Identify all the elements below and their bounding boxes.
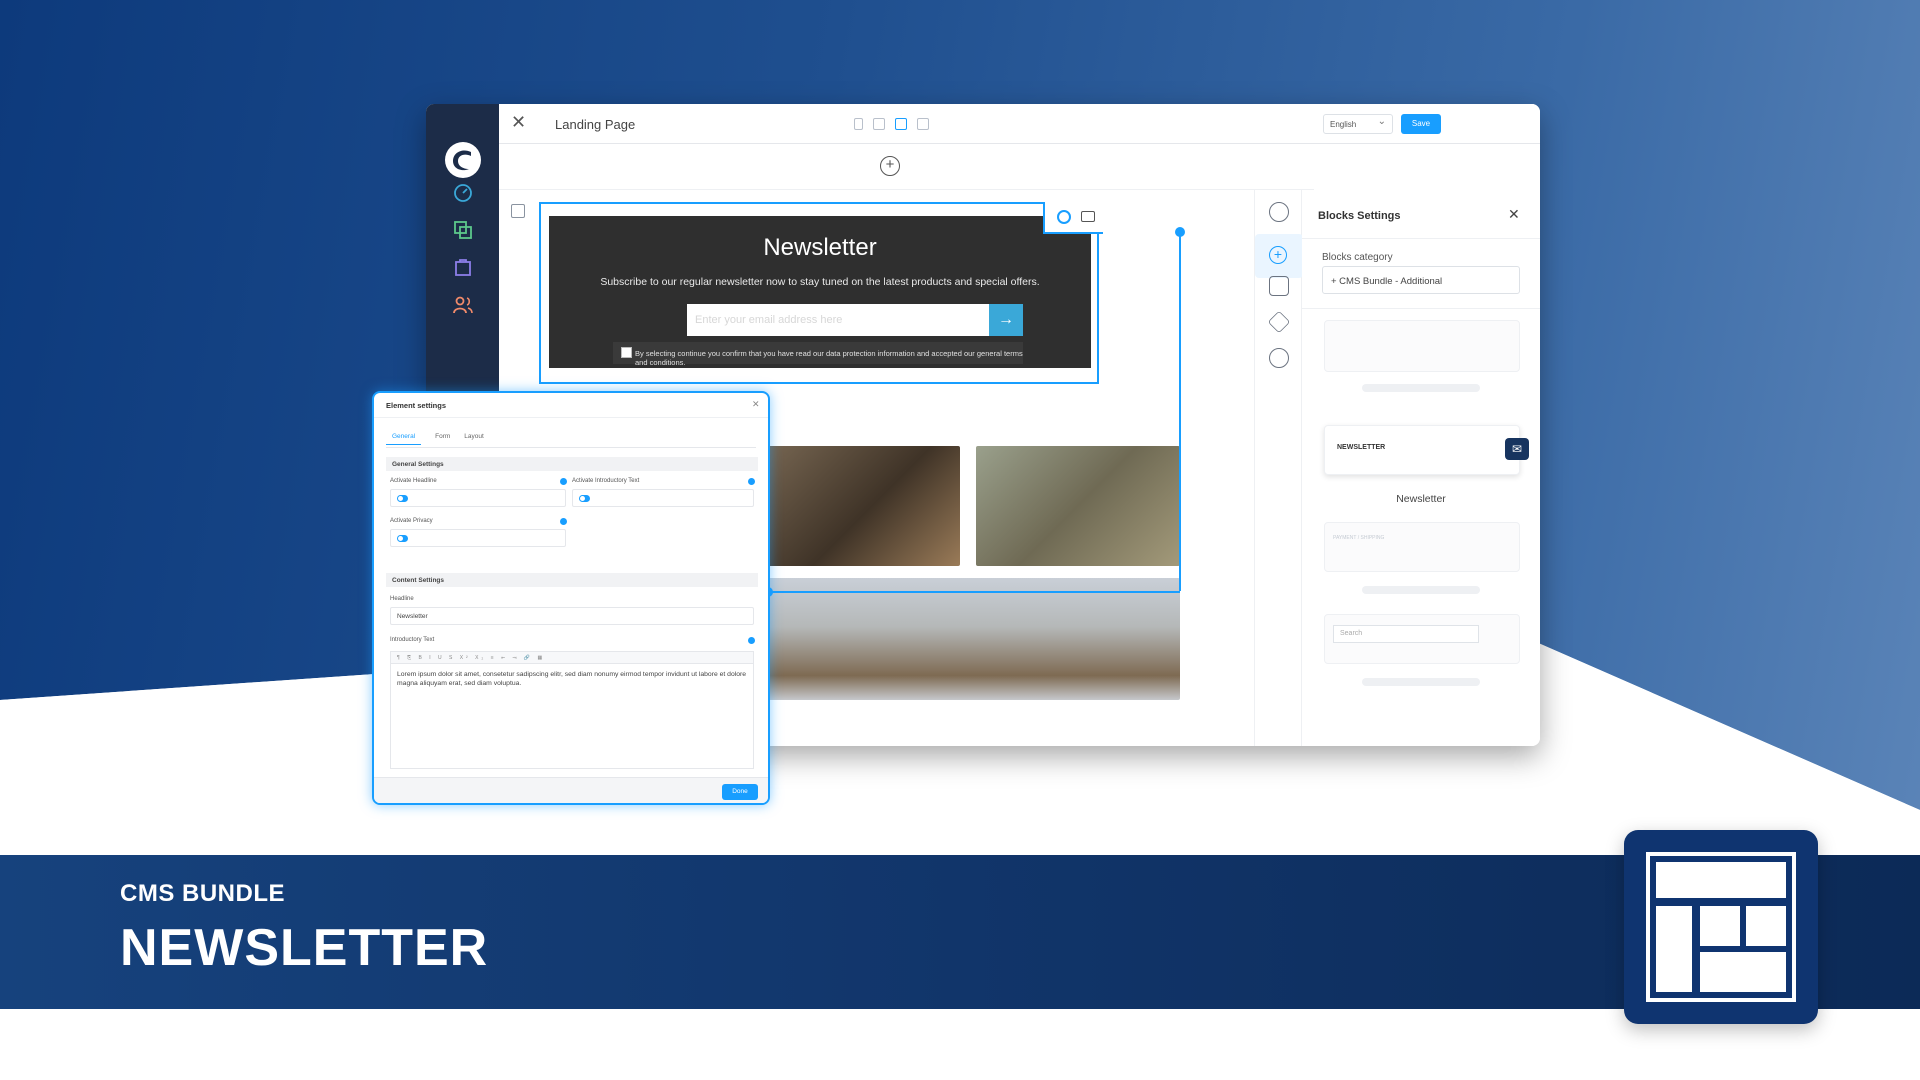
connector-line-vertical (1179, 229, 1181, 591)
divider (1302, 308, 1540, 309)
device-switcher (854, 118, 929, 130)
customers-icon[interactable] (452, 294, 474, 316)
general-settings-header: General Settings (386, 457, 758, 471)
help-icon[interactable] (560, 478, 567, 485)
connector-line-horizontal (768, 591, 1180, 593)
intro-text: Lorem ipsum dolor sit amet, consetetur s… (397, 671, 747, 687)
headline-label: Headline (390, 596, 414, 602)
shopware-logo-icon[interactable] (443, 140, 483, 180)
mail-icon: ✉ (1505, 438, 1529, 460)
payment-tile-label: PAYMENT / SHIPPING (1333, 535, 1385, 541)
activate-intro-label: Activate Introductory Text (572, 478, 640, 484)
blocks-settings-title: Blocks Settings (1318, 210, 1401, 222)
tile-caption-placeholder (1362, 586, 1480, 594)
tab-form[interactable]: Form (435, 433, 450, 445)
close-icon[interactable]: ✕ (752, 399, 760, 410)
tile-caption-placeholder (1362, 678, 1480, 686)
connector-dot (1175, 227, 1185, 237)
privacy-row: By selecting continue you confirm that y… (613, 342, 1023, 367)
activate-headline-label: Activate Headline (390, 478, 437, 484)
add-section-icon[interactable]: + (880, 156, 900, 176)
cms-layout-badge (1624, 830, 1818, 1024)
dashboard-icon[interactable] (452, 182, 474, 204)
newsletter-title: Newsletter (763, 234, 877, 261)
block-tile-newsletter[interactable]: NEWSLETTER ✉ (1324, 425, 1529, 475)
tab-general[interactable]: General (386, 433, 422, 445)
blocks-settings-panel: Blocks Settings ✕ Blocks category + CMS … (1302, 190, 1540, 746)
close-icon[interactable]: ✕ (1508, 206, 1520, 223)
newsletter-content: Newsletter Subscribe to our regular news… (549, 216, 1091, 368)
activate-privacy-toggle[interactable] (397, 535, 408, 542)
layers-icon[interactable] (1267, 310, 1291, 334)
blocks-category-select[interactable]: + CMS Bundle - Additional (1322, 266, 1520, 294)
help-icon[interactable] (560, 518, 567, 525)
tab-layout[interactable]: Layout (464, 433, 484, 445)
newsletter-subtitle: Subscribe to our regular newsletter now … (600, 276, 1040, 288)
catalog-icon[interactable] (452, 219, 474, 241)
newsletter-tile-label: NEWSLETTER (1337, 444, 1386, 451)
activate-privacy-toggle-field (390, 529, 566, 547)
activate-privacy-label: Activate Privacy (390, 518, 433, 524)
email-input[interactable]: Enter your email address here (687, 304, 989, 336)
privacy-text: By selecting continue you confirm that y… (635, 349, 1023, 367)
orders-icon[interactable] (452, 256, 474, 278)
modal-title: Element settings (386, 401, 447, 410)
save-button[interactable]: Save (1401, 114, 1441, 134)
newsletter-block[interactable]: Newsletter Subscribe to our regular news… (539, 202, 1103, 384)
language-select[interactable]: English (1323, 114, 1393, 134)
page-title: Landing Page (555, 117, 636, 132)
search-input: Search (1333, 625, 1479, 643)
newsletter-tile-caption: Newsletter (1396, 493, 1446, 505)
activate-intro-toggle-field (572, 489, 754, 507)
headline-input[interactable]: Newsletter (390, 607, 754, 625)
editor-toolbar[interactable]: ¶ ⎘ B I U S X² X₂ ≡ ⇤ ⇥ 🔗 ▦ (391, 652, 753, 664)
list-icon[interactable] (917, 118, 929, 130)
add-block-icon[interactable]: + (1269, 246, 1287, 264)
block-tile-icons[interactable] (1324, 320, 1520, 372)
intro-label: Introductory Text (390, 637, 435, 643)
close-icon[interactable]: ✕ (511, 112, 526, 133)
image-tree-stump[interactable] (725, 578, 1180, 700)
block-tile-search[interactable]: Search (1324, 614, 1520, 664)
sidebar-tools: + (1254, 190, 1303, 746)
block-toolbar (1043, 202, 1103, 234)
block-tile-payment[interactable]: PAYMENT / SHIPPING (1324, 522, 1520, 572)
privacy-checkbox[interactable] (621, 347, 632, 358)
arrow-right-icon[interactable]: → (989, 304, 1023, 336)
edit-icon[interactable] (1269, 276, 1289, 296)
editor-topbar: ✕ Landing Page English Save (499, 104, 1540, 144)
intro-text-editor[interactable]: ¶ ⎘ B I U S X² X₂ ≡ ⇤ ⇥ 🔗 ▦ Lorem ipsum … (390, 651, 754, 769)
divider (374, 417, 768, 418)
tablet-icon[interactable] (873, 118, 885, 130)
activate-headline-toggle[interactable] (397, 495, 408, 502)
tile-caption-placeholder (1362, 384, 1480, 392)
mobile-icon[interactable] (854, 118, 863, 130)
modal-tabs: General Form Layout (386, 433, 484, 445)
gear-icon[interactable] (1057, 210, 1071, 224)
activate-headline-toggle-field (390, 489, 566, 507)
footer-title: NEWSLETTER (120, 919, 489, 977)
footer-subtitle: CMS BUNDLE (120, 880, 285, 907)
content-settings-header: Content Settings (386, 573, 758, 587)
add-section-bar: + (499, 144, 1314, 190)
help-icon[interactable] (748, 637, 755, 644)
swap-icon[interactable] (1081, 211, 1095, 222)
help-icon[interactable] (748, 478, 755, 485)
blocks-category-label: Blocks category (1322, 252, 1393, 263)
share-icon[interactable] (1269, 348, 1289, 368)
cms-layout-icon (1646, 852, 1796, 1002)
activate-intro-toggle[interactable] (579, 495, 590, 502)
image-campfire[interactable] (751, 446, 960, 566)
layout-icon[interactable] (511, 204, 525, 218)
desktop-icon[interactable] (895, 118, 907, 130)
divider (1302, 238, 1540, 239)
image-camping-tent[interactable] (976, 446, 1180, 566)
divider (386, 447, 756, 448)
modal-footer: Done (374, 777, 768, 803)
element-settings-modal: Element settings ✕ General Form Layout G… (372, 391, 770, 805)
settings-icon[interactable] (1269, 202, 1289, 222)
done-button[interactable]: Done (722, 784, 758, 800)
